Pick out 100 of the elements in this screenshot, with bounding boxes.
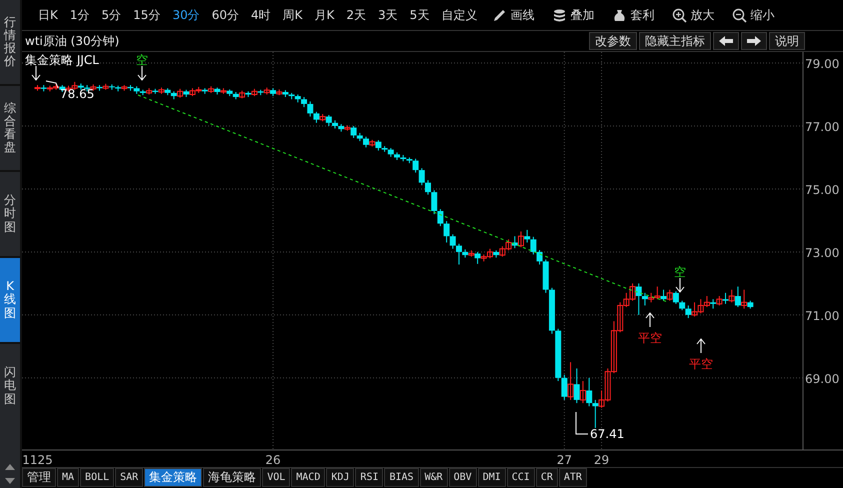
up-arrow-icon — [696, 338, 706, 354]
indicator-tab[interactable]: CCI — [506, 468, 535, 487]
period-tab[interactable]: 月K — [308, 3, 340, 27]
scroll-down-icon[interactable] — [5, 478, 15, 484]
indicator-tab[interactable]: SAR — [115, 468, 144, 487]
candlestick — [301, 96, 308, 108]
pencil-icon — [492, 8, 508, 22]
candlestick — [574, 368, 580, 404]
candlestick — [530, 236, 536, 255]
candlestick — [710, 298, 716, 310]
zoom-in-icon — [672, 8, 688, 22]
period-tab[interactable]: 5天 — [404, 3, 436, 27]
candlestick — [444, 220, 450, 243]
candlestick — [418, 168, 425, 186]
candlestick — [586, 377, 592, 407]
indicator-tab[interactable]: RSI — [355, 468, 384, 487]
indicator-tab[interactable]: OBV — [448, 468, 477, 487]
indicator-tab[interactable]: MACD — [291, 468, 326, 487]
period-tab[interactable]: 1分 — [64, 3, 96, 27]
period-tab[interactable]: 60分 — [206, 3, 245, 27]
axis-label: 79.00 — [805, 57, 840, 72]
down-arrow-icon — [138, 66, 146, 81]
signal-label: 空 — [136, 53, 148, 67]
candlestick — [734, 286, 741, 308]
money-bag-icon — [612, 8, 628, 22]
candlestick — [456, 243, 462, 266]
header-button[interactable]: 隐藏主指标 — [639, 32, 711, 50]
leader-line — [46, 80, 58, 88]
signal-label: 平空 — [689, 357, 713, 371]
candlestick — [474, 251, 481, 264]
axis-label: 77.00 — [805, 120, 840, 134]
axis-label: 26 — [265, 453, 281, 467]
indicator-tab[interactable]: MA — [57, 468, 80, 487]
toolbar-button[interactable]: 放大 — [663, 3, 724, 27]
scroll-up-icon[interactable] — [5, 464, 15, 470]
toolbar-button[interactable]: 缩小 — [723, 3, 784, 27]
axis-label: 27 — [556, 453, 572, 467]
candlestick — [592, 399, 598, 428]
period-tab[interactable]: 3天 — [372, 3, 404, 27]
indicator-tab[interactable]: BOLL — [80, 468, 114, 487]
axis-label: 71.00 — [805, 308, 840, 323]
toolbar-button[interactable]: 画线 — [483, 3, 544, 27]
indicator-tab[interactable]: VOL — [262, 468, 290, 487]
candlestick — [307, 100, 314, 118]
axis-label: 29 — [594, 453, 610, 467]
candlestick — [636, 282, 642, 316]
candlestick — [580, 380, 586, 404]
indicator-tab[interactable]: KDJ — [326, 468, 354, 487]
indicator-tab[interactable]: W&R — [420, 468, 448, 487]
indicator-tab[interactable]: CR — [536, 468, 558, 487]
left-arrow-button[interactable] — [713, 32, 739, 50]
indicator-tab[interactable]: BIAS — [384, 468, 419, 487]
candlestick — [536, 250, 543, 266]
period-tab[interactable]: 5分 — [96, 3, 128, 27]
candlestick — [431, 190, 438, 215]
indicator-tab[interactable]: 管理 — [22, 468, 56, 487]
indicator-legend: 集金策略 JJCL — [25, 53, 99, 67]
candlestick — [728, 289, 735, 303]
indicator-tab[interactable]: ATR — [558, 468, 587, 487]
right-arrow-button[interactable] — [741, 32, 767, 50]
left-arrow-icon — [719, 36, 733, 46]
leader-line — [576, 412, 588, 434]
candlestick — [568, 362, 574, 400]
header-button[interactable]: 改参数 — [589, 32, 637, 50]
axis-label: 75.00 — [805, 182, 840, 197]
candlestick — [685, 304, 692, 319]
candlestick — [722, 292, 729, 304]
period-tab[interactable]: 日K — [32, 3, 64, 27]
candlestick — [561, 374, 568, 400]
sidebar-tab[interactable]: K线图 — [0, 258, 20, 342]
period-tab[interactable]: 自定义 — [435, 3, 484, 27]
candlestick — [326, 114, 332, 126]
right-arrow-icon — [747, 36, 761, 46]
candlestick — [363, 136, 370, 148]
signal-label: 平空 — [638, 331, 662, 345]
candlestick — [741, 289, 748, 310]
period-tab[interactable]: 周K — [276, 3, 309, 27]
candlestick — [660, 289, 667, 302]
candlestick — [437, 208, 444, 227]
indicator-tab[interactable]: DMI — [478, 468, 506, 487]
stack-icon — [552, 8, 568, 22]
candlestick — [313, 111, 320, 124]
candlestick — [518, 230, 524, 248]
period-tab[interactable]: 2天 — [340, 3, 372, 27]
header-button[interactable]: 说明 — [769, 32, 805, 50]
candlestick — [424, 180, 431, 196]
candlestick — [350, 125, 357, 138]
period-tab[interactable]: 30分 — [166, 3, 206, 27]
price-label: 78.65 — [60, 87, 94, 101]
period-tab[interactable]: 4时 — [245, 3, 277, 27]
indicator-tab[interactable]: 集金策略 — [144, 468, 202, 487]
indicator-tab[interactable]: 海龟策略 — [203, 468, 262, 487]
zoom-out-icon — [732, 8, 748, 22]
period-tab[interactable]: 15分 — [127, 3, 166, 27]
candlestick — [524, 229, 530, 243]
toolbar-button[interactable]: 叠加 — [543, 3, 604, 27]
toolbar-button[interactable]: 套利 — [603, 3, 664, 27]
down-arrow-icon — [32, 66, 40, 81]
down-arrow-icon — [676, 278, 684, 293]
candlestick — [642, 292, 648, 306]
